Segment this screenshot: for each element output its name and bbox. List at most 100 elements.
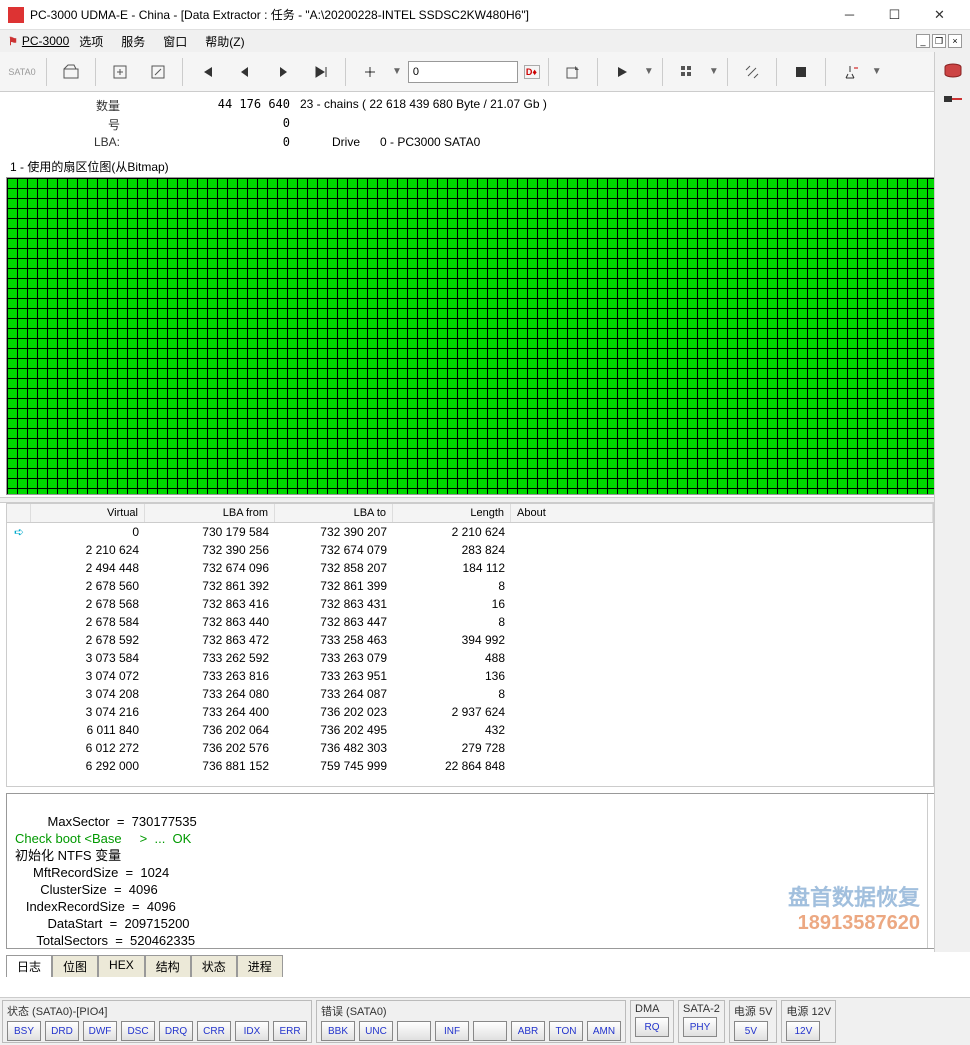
count-value: 44 176 640 (130, 97, 290, 114)
bitmap-title: 1 - 使用的扇区位图(从Bitmap) (6, 156, 964, 177)
tools-button[interactable] (736, 56, 768, 88)
table-row[interactable]: 3 074 216733 264 400736 202 0232 937 624 (7, 703, 933, 721)
status-group-sata2: SATA-2 PHY (678, 1000, 725, 1043)
status-group-errors: 错误 (SATA0) BBKUNCINFABRTONAMN (316, 1000, 626, 1043)
menu-window[interactable]: 窗口 (155, 31, 195, 52)
mdi-restore-button[interactable]: ❐ (932, 34, 946, 48)
statusbar: 状态 (SATA0)-[PIO4] BSYDRDDWFDSCDRQCRRIDXE… (0, 997, 970, 1045)
table-body[interactable]: ➪0730 179 584732 390 2072 210 6242 210 6… (7, 523, 933, 786)
col-length[interactable]: Length (393, 504, 511, 522)
led-bbk: BBK (321, 1021, 355, 1041)
tab-log[interactable]: 日志 (6, 955, 52, 977)
led- (473, 1021, 507, 1041)
maximize-button[interactable]: ☐ (872, 1, 917, 29)
count-label: 数量 (10, 97, 120, 114)
led-abr: ABR (511, 1021, 545, 1041)
led- (397, 1021, 431, 1041)
menu-help[interactable]: 帮助(Z) (197, 31, 252, 52)
next-button[interactable] (267, 56, 299, 88)
open-button[interactable] (55, 56, 87, 88)
led-amn: AMN (587, 1021, 621, 1041)
table-row[interactable]: 2 678 584732 863 440732 863 4478 (7, 613, 933, 631)
app-label: PC-3000 (22, 34, 69, 48)
table-row[interactable]: 6 012 272736 202 576736 482 303279 728 (7, 739, 933, 757)
led-rq: RQ (635, 1017, 669, 1037)
grid-button[interactable] (354, 56, 386, 88)
sector-bitmap[interactable] (6, 177, 964, 495)
tab-process[interactable]: 进程 (237, 955, 283, 977)
last-button[interactable] (305, 56, 337, 88)
tab-hex[interactable]: HEX (98, 955, 145, 977)
led-inf: INF (435, 1021, 469, 1041)
led-ton: TON (549, 1021, 583, 1041)
menu-options[interactable]: 选项 (71, 31, 111, 52)
table-row[interactable]: 3 074 072733 263 816733 263 951136 (7, 667, 933, 685)
table-row[interactable]: 2 678 560732 861 392732 861 3998 (7, 577, 933, 595)
status-group-12v: 电源 12V 12V (781, 1000, 836, 1043)
led-err: ERR (273, 1021, 307, 1041)
mdi-close-button[interactable]: × (948, 34, 962, 48)
window-title: PC-3000 UDMA-E - China - [Data Extractor… (30, 6, 827, 23)
table-row[interactable]: 6 011 840736 202 064736 202 495432 (7, 721, 933, 739)
led-bsy: BSY (7, 1021, 41, 1041)
goto-button[interactable] (557, 56, 589, 88)
status-group-state: 状态 (SATA0)-[PIO4] BSYDRDDWFDSCDRQCRRIDXE… (2, 1000, 312, 1043)
table-row[interactable]: ➪0730 179 584732 390 2072 210 624 (7, 523, 933, 541)
col-lba-to[interactable]: LBA to (275, 504, 393, 522)
led-dwf: DWF (83, 1021, 117, 1041)
export-button[interactable] (142, 56, 174, 88)
app-label-icon: ⚑ (8, 35, 18, 48)
led-unc: UNC (359, 1021, 393, 1041)
import-button[interactable] (104, 56, 136, 88)
grid-view-button[interactable] (671, 56, 703, 88)
stop-button[interactable] (785, 56, 817, 88)
tab-struct[interactable]: 结构 (145, 955, 191, 977)
lba-label: LBA: (10, 135, 120, 149)
col-virtual[interactable]: Virtual (31, 504, 145, 522)
chain-table: Virtual LBA from LBA to Length About ➪07… (6, 503, 934, 787)
table-row[interactable]: 3 074 208733 264 080733 264 0878 (7, 685, 933, 703)
tab-status[interactable]: 状态 (191, 955, 237, 977)
chains-text: 23 - chains ( 22 618 439 680 Byte / 21.0… (300, 97, 547, 114)
id-value: 0 (130, 116, 290, 133)
dv-indicator: D♦ (524, 65, 540, 79)
info-panel: 数量 44 176 640 23 - chains ( 22 618 439 6… (0, 92, 970, 154)
tab-bitmap[interactable]: 位图 (52, 955, 98, 977)
rail-connect-icon[interactable] (940, 86, 966, 112)
menu-services[interactable]: 服务 (113, 31, 153, 52)
toolbar: SATA0 ▼ D♦ ▼ ▼ ▼ (0, 52, 970, 92)
log-output[interactable]: MaxSector = 730177535 Check boot <Base >… (7, 794, 927, 948)
right-rail (934, 52, 970, 952)
titlebar: PC-3000 UDMA-E - China - [Data Extractor… (0, 0, 970, 30)
exit-button[interactable] (834, 56, 866, 88)
menubar: ⚑ PC-3000 选项 服务 窗口 帮助(Z) _ ❐ × (0, 30, 970, 52)
play-button[interactable] (606, 56, 638, 88)
table-row[interactable]: 2 678 592732 863 472733 258 463394 992 (7, 631, 933, 649)
table-row[interactable]: 2 210 624732 390 256732 674 079283 824 (7, 541, 933, 559)
address-input[interactable] (408, 61, 518, 83)
rail-drive-icon[interactable] (940, 58, 966, 84)
lba-value: 0 (130, 135, 290, 149)
led-phy: PHY (683, 1017, 717, 1037)
first-button[interactable] (191, 56, 223, 88)
prev-button[interactable] (229, 56, 261, 88)
close-button[interactable]: ✕ (917, 1, 962, 29)
col-about[interactable]: About (511, 504, 933, 522)
led-drd: DRD (45, 1021, 79, 1041)
app-icon (8, 7, 24, 23)
col-lba-from[interactable]: LBA from (145, 504, 275, 522)
current-row-icon: ➪ (14, 525, 24, 539)
mdi-minimize-button[interactable]: _ (916, 34, 930, 48)
id-label: 号 (10, 116, 120, 133)
table-row[interactable]: 2 494 448732 674 096732 858 207184 112 (7, 559, 933, 577)
status-group-5v: 电源 5V 5V (729, 1000, 778, 1043)
table-row[interactable]: 3 073 584733 262 592733 263 079488 (7, 649, 933, 667)
table-row[interactable]: 2 678 568732 863 416732 863 43116 (7, 595, 933, 613)
minimize-button[interactable]: ─ (827, 1, 872, 29)
table-row[interactable]: 6 292 000736 881 152759 745 99922 864 84… (7, 757, 933, 775)
led-dsc: DSC (121, 1021, 155, 1041)
sata-port-button[interactable]: SATA0 (6, 56, 38, 88)
log-tabs: 日志 位图 HEX 结构 状态 进程 (6, 955, 964, 977)
led-12v: 12V (786, 1021, 820, 1041)
led-5v: 5V (734, 1021, 768, 1041)
